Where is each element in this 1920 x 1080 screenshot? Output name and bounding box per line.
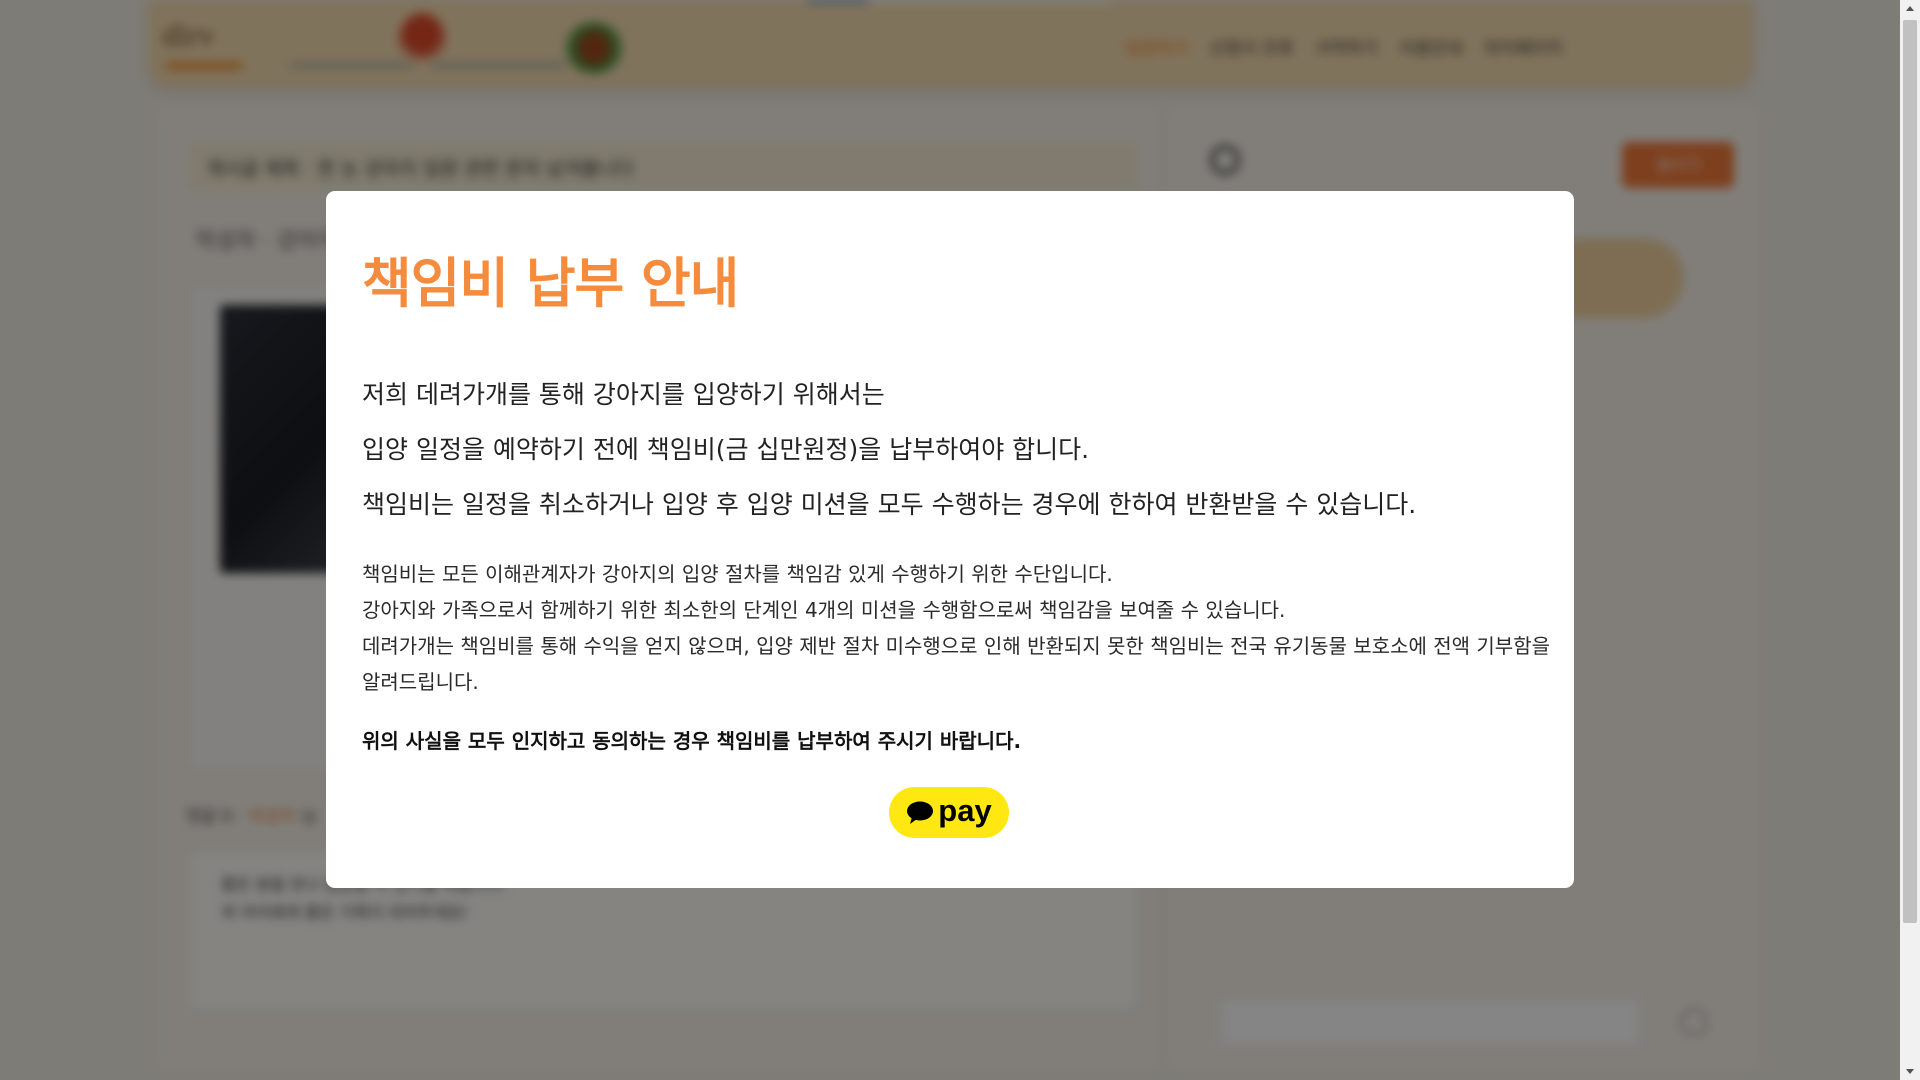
speech-bubble-icon <box>906 801 934 824</box>
body-paragraph: 강아지와 가족으로서 함께하기 위한 최소한의 단계인 4개의 미션을 수행함으… <box>362 598 1286 622</box>
modal-title: 책임비 납부 안내 <box>362 252 739 315</box>
scroll-down-button[interactable] <box>1900 1062 1920 1080</box>
lead-line: 책임비는 일정을 취소하거나 입양 후 입양 미션을 모두 수행하는 경우에 한… <box>362 490 1417 519</box>
body-paragraph: 데려가개는 책임비를 통해 수익을 얻지 않으며, 입양 제반 절차 미수행으로… <box>362 634 1550 694</box>
lead-line: 저희 데려가개를 통해 강아지를 입양하기 위해서는 <box>362 380 885 409</box>
scroll-up-button[interactable] <box>1900 0 1920 18</box>
body-paragraph: 책임비는 모든 이해관계자가 강아지의 입양 절차를 책임감 있게 수행하기 위… <box>362 562 1113 586</box>
responsibility-fee-modal: 책임비 납부 안내 저희 데려가개를 통해 강아지를 입양하기 위해서는 입양 … <box>326 191 1574 888</box>
vertical-scrollbar[interactable] <box>1900 0 1920 1080</box>
scroll-thumb[interactable] <box>1903 20 1917 923</box>
arrow-up-icon <box>1906 6 1914 11</box>
arrow-down-icon <box>1906 1069 1914 1074</box>
modal-body: 책임비는 모든 이해관계자가 강아지의 입양 절차를 책임감 있게 수행하기 위… <box>362 556 1552 700</box>
kakao-pay-button[interactable]: pay <box>889 787 1009 838</box>
lead-line: 입양 일정을 예약하기 전에 책임비(금 십만원정)을 납부하여야 합니다. <box>362 435 1090 464</box>
pay-label: pay <box>938 792 992 828</box>
consent-notice: 위의 사실을 모두 인지하고 동의하는 경우 책임비를 납부하여 주시기 바랍니… <box>362 729 1022 753</box>
